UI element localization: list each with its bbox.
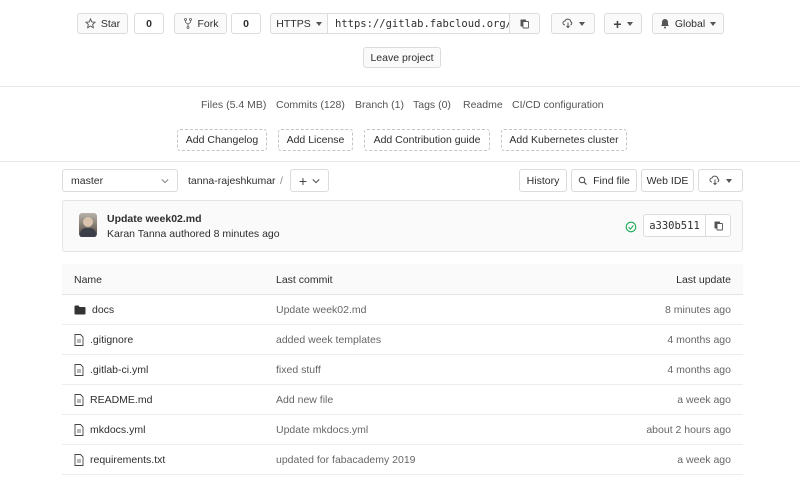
chevron-down-icon — [726, 178, 732, 183]
table-row[interactable]: .gitignore added week templates 4 months… — [62, 325, 743, 355]
clipboard-icon — [519, 18, 530, 29]
file-commit[interactable]: updated for fabacademy 2019 — [276, 445, 416, 475]
file-name[interactable]: mkdocs.yml — [90, 424, 145, 436]
file-name[interactable]: .gitlab-ci.yml — [90, 364, 148, 376]
star-button[interactable]: Star — [77, 13, 128, 34]
breadcrumb-path[interactable]: tanna-rajeshkumar — [188, 175, 276, 187]
table-row[interactable]: .gitlab-ci.yml fixed stuff 4 months ago — [62, 355, 743, 385]
branch-label: master — [71, 174, 104, 187]
chevron-down-icon — [161, 178, 169, 184]
find-file-button[interactable]: Find file — [571, 169, 637, 192]
file-updated: about 2 hours ago — [646, 424, 731, 436]
files-link[interactable]: Files (5.4 MB) — [201, 99, 266, 111]
file-commit[interactable]: Add new file — [276, 385, 333, 415]
file-updated: 4 months ago — [667, 364, 731, 376]
chevron-down-icon — [710, 21, 717, 26]
file-icon — [74, 394, 84, 406]
protocol-label: HTTPS — [276, 17, 311, 30]
download-dropdown[interactable] — [551, 13, 595, 34]
file-icon — [74, 364, 84, 376]
last-commit-panel: Update week02.md Karan Tanna authored 8 … — [62, 200, 743, 252]
table-row[interactable]: README.md Add new file a week ago — [62, 385, 743, 415]
file-icon — [74, 424, 84, 436]
add-changelog-button[interactable]: Add Changelog — [177, 129, 267, 151]
clipboard-icon — [713, 220, 724, 231]
star-label: Star — [100, 17, 121, 30]
fork-button[interactable]: Fork — [174, 13, 227, 34]
add-license-button[interactable]: Add License — [278, 129, 353, 151]
tags-link[interactable]: Tags (0) — [413, 99, 451, 111]
cicd-link[interactable]: CI/CD configuration — [512, 99, 604, 111]
new-file-dropdown[interactable]: + — [290, 169, 329, 192]
history-button[interactable]: History — [519, 169, 567, 192]
web-ide-button[interactable]: Web IDE — [641, 169, 694, 192]
breadcrumb-separator: / — [280, 175, 283, 187]
chevron-down-icon — [315, 21, 322, 26]
plus-icon: + — [298, 172, 308, 189]
bell-icon — [660, 18, 670, 29]
avatar[interactable] — [79, 213, 97, 237]
copy-sha-button[interactable] — [705, 214, 731, 237]
file-commit[interactable]: fixed stuff — [276, 355, 321, 385]
folder-icon — [74, 305, 86, 315]
add-kubernetes-cluster-button[interactable]: Add Kubernetes cluster — [501, 129, 627, 151]
copy-url-button[interactable] — [509, 13, 540, 34]
file-commit[interactable]: Update week02.md — [276, 295, 366, 325]
leave-project-button[interactable]: Leave project — [363, 47, 441, 68]
file-updated: a week ago — [677, 394, 731, 406]
header-name: Name — [74, 274, 103, 286]
add-contribution-guide-button[interactable]: Add Contribution guide — [364, 129, 490, 151]
download-icon — [562, 18, 574, 29]
notification-dropdown[interactable]: Global — [652, 13, 724, 34]
table-header: Name Last commit Last update — [62, 264, 743, 295]
commit-meta: authored 8 minutes ago — [169, 228, 280, 240]
commits-link[interactable]: Commits (128) — [276, 99, 345, 111]
file-name[interactable]: docs — [92, 304, 114, 316]
file-name[interactable]: requirements.txt — [90, 454, 165, 466]
commit-title[interactable]: Update week02.md — [107, 213, 202, 225]
file-commit[interactable]: added week templates — [276, 325, 381, 355]
file-icon — [74, 454, 84, 466]
table-row[interactable]: requirements.txt updated for fabacademy … — [62, 445, 743, 475]
notification-label: Global — [674, 17, 706, 30]
header-last-update: Last update — [676, 274, 731, 286]
add-dropdown[interactable]: + — [604, 13, 642, 34]
file-name[interactable]: .gitignore — [90, 334, 133, 346]
fork-icon — [183, 18, 193, 29]
commit-author-line: Karan Tanna authored 8 minutes ago — [107, 228, 280, 240]
chevron-down-icon — [626, 21, 633, 26]
file-updated: 4 months ago — [667, 334, 731, 346]
header-last-commit: Last commit — [276, 274, 333, 286]
search-icon — [578, 176, 588, 186]
plus-icon: + — [613, 15, 622, 32]
file-commit[interactable]: Update mkdocs.yml — [276, 415, 368, 445]
readme-link[interactable]: Readme — [463, 99, 503, 111]
table-row[interactable]: mkdocs.yml Update mkdocs.yml about 2 hou… — [62, 415, 743, 445]
clone-url-input[interactable]: https://gitlab.fabcloud.org/ — [327, 13, 510, 34]
star-count[interactable]: 0 — [134, 13, 164, 34]
branch-link[interactable]: Branch (1) — [355, 99, 404, 111]
protocol-dropdown[interactable]: HTTPS — [270, 13, 328, 34]
file-name[interactable]: README.md — [90, 394, 152, 406]
divider — [0, 161, 800, 162]
divider — [0, 86, 800, 87]
fork-label: Fork — [197, 17, 219, 30]
star-icon — [84, 18, 96, 29]
chevron-down-icon — [578, 21, 585, 26]
file-updated: 8 minutes ago — [665, 304, 731, 316]
pipeline-success-icon[interactable] — [625, 221, 637, 233]
branch-dropdown[interactable]: master — [62, 169, 178, 192]
chevron-down-icon — [312, 178, 320, 184]
file-updated: a week ago — [677, 454, 731, 466]
commit-sha[interactable]: a330b511 — [643, 214, 706, 237]
commit-author[interactable]: Karan Tanna — [107, 228, 166, 240]
file-icon — [74, 334, 84, 346]
table-row[interactable]: docs Update week02.md 8 minutes ago — [62, 295, 743, 325]
download-icon — [709, 175, 721, 186]
fork-count[interactable]: 0 — [231, 13, 261, 34]
download-dropdown[interactable] — [698, 169, 743, 192]
